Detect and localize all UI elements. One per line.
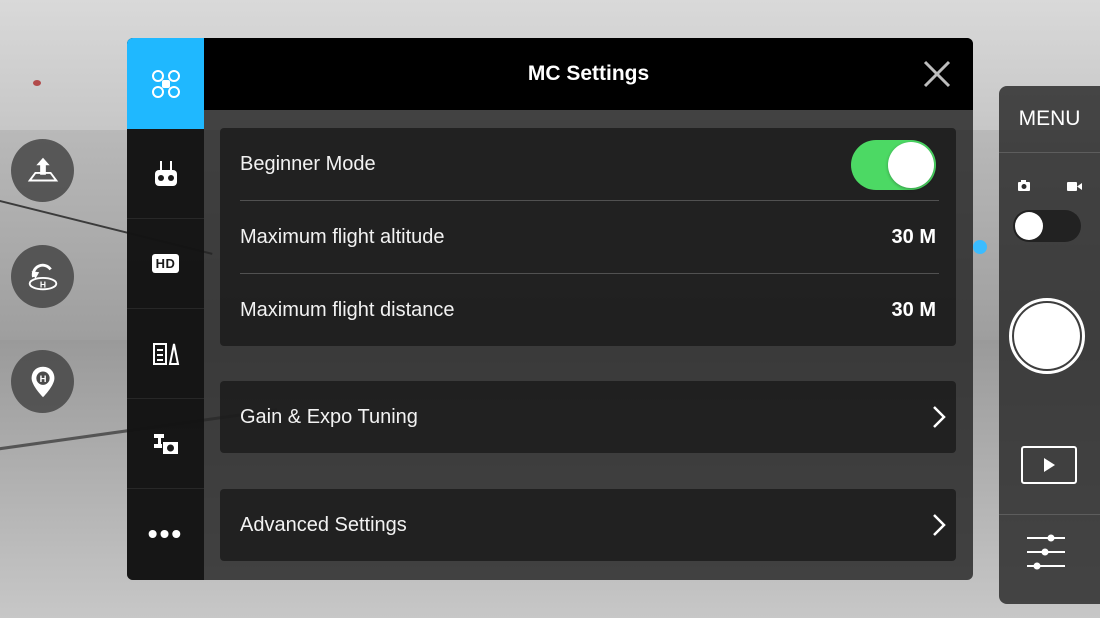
svg-text:H: H: [39, 279, 45, 289]
svg-text:H: H: [39, 374, 46, 385]
settings-tab-bar: HD •••: [127, 38, 204, 580]
switch-knob: [1015, 212, 1043, 240]
photo-video-switch[interactable]: [1013, 210, 1081, 242]
gain-expo-group: Gain & Expo Tuning: [220, 381, 956, 453]
takeoff-icon: [27, 157, 58, 181]
tab-gimbal[interactable]: [127, 399, 204, 489]
takeoff-button[interactable]: [11, 139, 74, 202]
menu-button[interactable]: MENU: [999, 86, 1100, 153]
tab-more[interactable]: •••: [127, 489, 204, 579]
return-home-button[interactable]: H: [11, 245, 74, 308]
remote-controller-icon: [154, 160, 177, 186]
close-icon[interactable]: [921, 58, 953, 90]
playback-button[interactable]: [1021, 446, 1077, 484]
max-distance-label: Maximum flight distance: [240, 298, 455, 321]
beginner-mode-row: Beginner Mode: [220, 128, 956, 200]
hd-icon: HD: [151, 254, 180, 273]
camera-settings-icon[interactable]: [1025, 532, 1067, 572]
max-distance-value[interactable]: 30 M: [892, 299, 936, 322]
advanced-settings-row[interactable]: Advanced Settings: [220, 489, 956, 561]
play-icon: [1044, 458, 1055, 472]
tab-hd-transmission[interactable]: HD: [127, 219, 204, 309]
panel-header: MC Settings: [204, 38, 973, 110]
beginner-mode-label: Beginner Mode: [240, 152, 376, 175]
more-icon: •••: [147, 518, 184, 549]
mc-settings-panel: HD ••• MC Settings Beginner Mode Maximum…: [127, 38, 973, 580]
max-altitude-row[interactable]: Maximum flight altitude 30 M: [220, 201, 956, 273]
gain-expo-label: Gain & Expo Tuning: [240, 405, 418, 428]
camera-control-panel: MENU: [999, 86, 1100, 604]
chevron-right-icon: [933, 406, 946, 428]
max-altitude-value[interactable]: 30 M: [892, 226, 936, 249]
toggle-knob: [888, 142, 934, 188]
flight-limits-group: Beginner Mode Maximum flight altitude 30…: [220, 128, 956, 346]
gain-expo-row[interactable]: Gain & Expo Tuning: [220, 381, 956, 453]
gimbal-icon: [153, 433, 178, 454]
max-distance-row[interactable]: Maximum flight distance 30 M: [220, 274, 956, 346]
return-home-icon: H: [28, 263, 57, 290]
exposure-indicator: [973, 240, 987, 254]
tab-remote-controller[interactable]: [127, 129, 204, 219]
video-icon: [1067, 182, 1077, 191]
home-pin-icon: H: [31, 366, 54, 397]
page-title: MC Settings: [527, 62, 650, 85]
checklist-icon: [152, 342, 179, 365]
advanced-settings-group: Advanced Settings: [220, 489, 956, 561]
max-altitude-label: Maximum flight altitude: [240, 225, 445, 248]
chevron-right-icon: [933, 514, 946, 536]
beginner-mode-toggle[interactable]: [851, 140, 936, 190]
shutter-button[interactable]: [1009, 298, 1085, 374]
tab-checklist[interactable]: [127, 309, 204, 399]
tab-aircraft[interactable]: [127, 38, 204, 129]
home-point-button[interactable]: H: [11, 350, 74, 413]
photo-video-mode-icons: [1018, 180, 1082, 191]
aircraft-icon: [151, 69, 180, 98]
advanced-settings-label: Advanced Settings: [240, 513, 407, 536]
